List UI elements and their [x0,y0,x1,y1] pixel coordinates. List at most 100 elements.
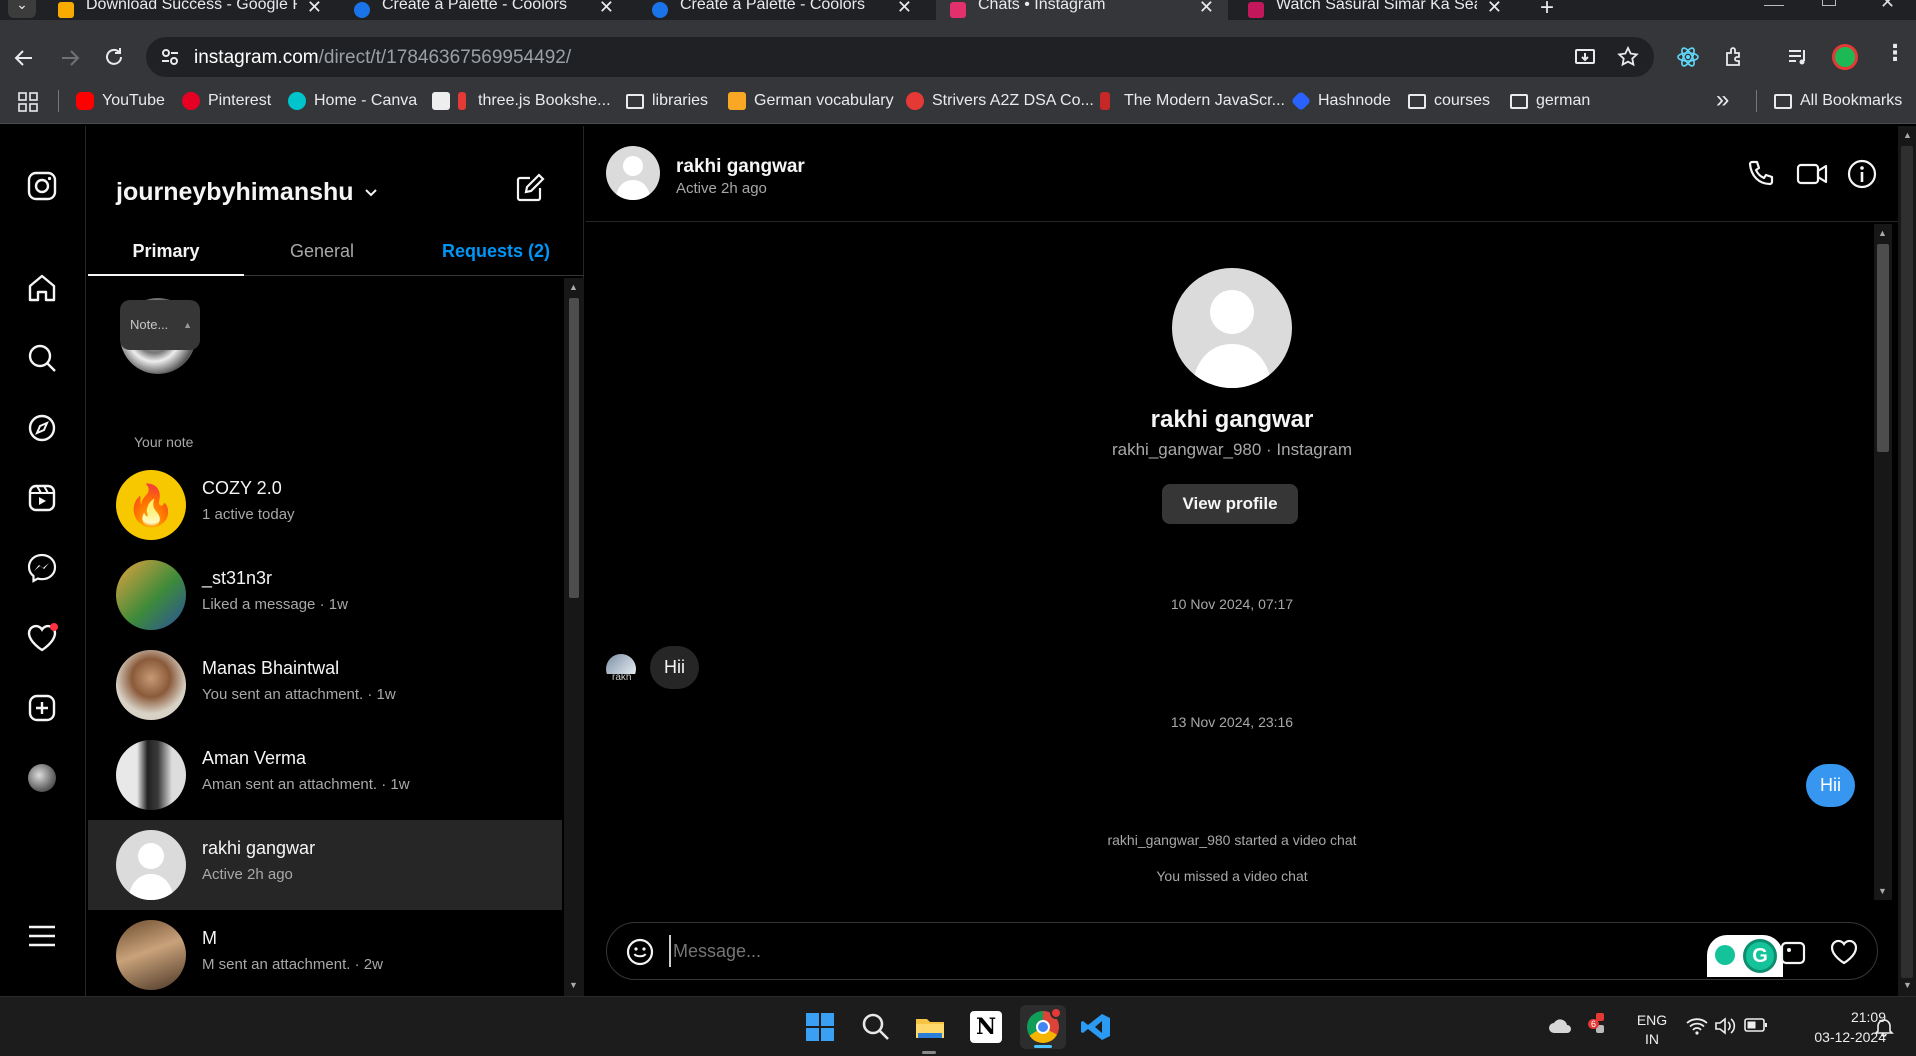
install-app-icon[interactable] [1574,46,1596,68]
tray-app-icon[interactable]: 6 [1588,1013,1610,1037]
chat-title[interactable]: rakhi gangwar [676,156,805,178]
view-profile-button[interactable]: View profile [1162,484,1298,524]
minimize-icon[interactable] [1764,0,1784,6]
tab-coolors-2[interactable]: Create a Palette - Coolors ✕ [638,0,926,20]
file-explorer-icon[interactable] [914,1011,946,1043]
all-bookmarks-folder[interactable]: All Bookmarks [1774,92,1902,110]
search-icon[interactable] [860,1011,892,1043]
notification-bell-icon[interactable] [1874,1017,1894,1037]
window-close-icon[interactable]: ✕ [1880,0,1895,13]
apps-grid-icon[interactable] [18,92,38,112]
bookmark-hashnode[interactable]: Hashnode [1290,90,1391,112]
scroll-down-icon[interactable]: ▼ [1878,886,1887,896]
scroll-up-icon[interactable]: ▲ [569,282,578,292]
react-devtools-icon[interactable] [1676,45,1700,69]
message-bubble-outgoing[interactable]: Hii [1806,764,1855,807]
close-tab-icon[interactable]: ✕ [1487,0,1502,18]
reels-icon[interactable] [26,482,58,514]
tab-instagram-chats[interactable]: Chats • Instagram ✕ [936,0,1228,20]
profile-avatar[interactable] [28,764,56,792]
windows-start-icon[interactable] [804,1011,836,1043]
bookmark-youtube[interactable]: YouTube [76,92,165,110]
emoji-picker-icon[interactable] [625,937,655,967]
bookmark-modern-js[interactable]: The Modern JavaScr... [1100,92,1285,110]
account-switcher[interactable]: journeybyhimanshu [116,178,378,207]
scroll-down-icon[interactable]: ▼ [1903,980,1912,990]
extensions-puzzle-icon[interactable] [1722,45,1746,69]
more-bookmarks-icon[interactable]: » [1716,86,1729,114]
close-tab-icon[interactable]: ✕ [307,0,322,18]
profile-avatar[interactable] [1832,44,1858,70]
conversation-item-selected[interactable]: rakhi gangwar Active 2h ago [88,820,562,910]
page-scrollbar[interactable]: ▲ ▼ [1898,126,1916,996]
instagram-logo-icon[interactable] [26,170,58,202]
chrome-taskbar-button[interactable] [1020,1005,1066,1049]
conversation-item[interactable]: Aman Verma Aman sent an attachment. · 1w [88,730,562,820]
tab-google-fonts[interactable]: Download Success - Google Fo ✕ [44,0,336,20]
scrollbar-thumb[interactable] [1877,244,1889,452]
forward-arrow-icon[interactable] [58,46,82,70]
bookmark-star-icon[interactable] [1616,45,1640,69]
chrome-menu-icon[interactable]: ⋮ [1884,40,1906,66]
message-input[interactable] [669,935,1689,967]
search-icon[interactable] [26,342,58,374]
reload-icon[interactable] [102,45,126,69]
media-controls-icon[interactable] [1786,45,1810,69]
wifi-icon[interactable] [1686,1017,1708,1035]
close-tab-icon[interactable]: ✕ [897,0,912,18]
list-scrollbar[interactable]: ▲ ▼ [564,278,584,996]
profile-avatar-large[interactable] [1172,268,1292,388]
tab-search-button[interactable]: ⌄ [8,0,36,18]
create-plus-icon[interactable] [26,692,58,724]
onedrive-cloud-icon[interactable] [1548,1015,1572,1037]
notifications-heart-icon[interactable] [26,622,58,654]
bookmark-folder-courses[interactable]: courses [1408,92,1490,110]
bookmark-threejs[interactable]: three.js Bookshe... [432,92,611,110]
clock[interactable]: 21:09 03-12-2024 [1780,1007,1886,1047]
image-attach-icon[interactable] [1779,939,1807,967]
bookmark-german-vocabulary[interactable]: German vocabulary [728,92,894,110]
sender-avatar[interactable]: rakh [606,654,636,684]
more-menu-icon[interactable] [26,920,58,952]
chat-scrollbar[interactable]: ▲ ▼ [1874,224,1892,900]
conversation-item[interactable]: _st31n3r Liked a message · 1w [88,550,562,640]
tab-primary[interactable]: Primary [88,234,244,276]
bookmark-canva[interactable]: Home - Canva [288,92,417,110]
tab-coolors-1[interactable]: Create a Palette - Coolors ✕ [340,0,628,20]
phone-call-icon[interactable] [1746,159,1776,189]
scroll-down-icon[interactable]: ▼ [569,980,578,990]
tab-general[interactable]: General [244,234,400,276]
close-tab-icon[interactable]: ✕ [1199,0,1214,18]
tab-requests[interactable]: Requests (2) [418,234,574,276]
messenger-icon[interactable] [26,552,58,584]
site-settings-icon[interactable] [160,47,180,67]
explore-compass-icon[interactable] [26,412,58,444]
notion-icon[interactable]: N [970,1011,1002,1043]
conversation-info-icon[interactable] [1846,158,1878,190]
battery-icon[interactable] [1744,1017,1768,1033]
back-arrow-icon[interactable] [12,46,36,70]
home-icon[interactable] [26,272,58,304]
vscode-icon[interactable] [1080,1011,1112,1043]
bookmark-folder-libraries[interactable]: libraries [626,92,708,110]
conversation-item[interactable]: M M sent an attachment. · 2w [88,910,562,1000]
message-bubble-incoming[interactable]: Hii [650,646,699,689]
scroll-up-icon[interactable]: ▲ [1878,228,1887,238]
scrollbar-thumb[interactable] [569,298,579,598]
bookmark-folder-german[interactable]: german [1510,92,1590,110]
scrollbar-thumb[interactable] [1901,146,1913,978]
note-bubble[interactable]: Note... ▲ [120,300,200,350]
video-call-icon[interactable] [1796,159,1828,189]
grammarly-widget[interactable]: G [1707,935,1783,977]
close-tab-icon[interactable]: ✕ [599,0,614,18]
new-tab-button[interactable]: + [1540,0,1554,22]
volume-icon[interactable] [1714,1016,1736,1036]
bookmark-pinterest[interactable]: Pinterest [182,92,271,110]
language-indicator[interactable]: ENG IN [1632,1011,1672,1049]
restore-icon[interactable] [1822,0,1836,6]
chat-avatar[interactable] [606,146,660,200]
bookmark-strivers[interactable]: Strivers A2Z DSA Co... [906,92,1094,110]
new-message-icon[interactable] [514,172,546,204]
address-bar[interactable]: instagram.com/direct/t/17846367569954492… [146,37,1654,77]
scroll-up-icon[interactable]: ▲ [1903,130,1912,140]
